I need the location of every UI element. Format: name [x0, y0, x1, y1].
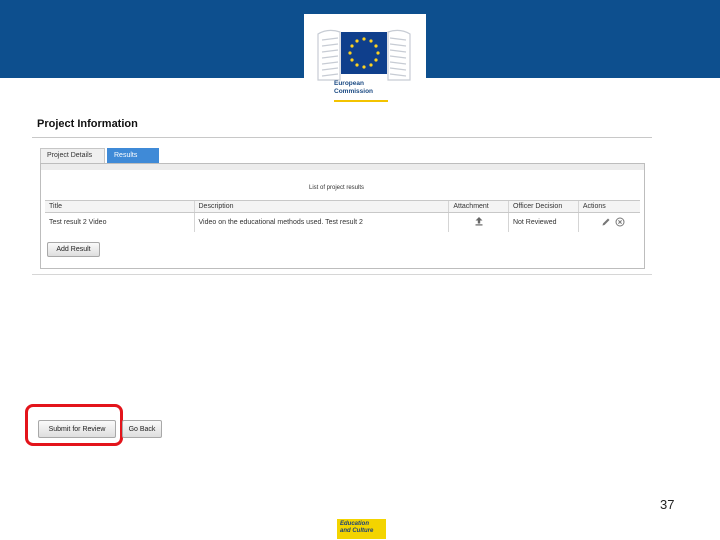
result-title-cell: Test result 2 Video: [49, 218, 107, 226]
tag-line-2: and Culture: [340, 528, 374, 534]
logo-text-line2: Commission: [334, 88, 374, 95]
results-table: Title Description Attachment Officer Dec…: [45, 200, 640, 232]
actions-cell: [577, 212, 640, 232]
eu-flag-icon: [317, 29, 411, 81]
logo-text: European Commission: [334, 80, 388, 102]
result-description-cell: Video on the educational methods used. T…: [193, 212, 449, 232]
column-header-description: Description: [193, 200, 449, 213]
submit-for-review-button[interactable]: Submit for Review: [38, 420, 116, 438]
column-header-title: Title: [45, 200, 194, 213]
ec-logo: European Commission: [304, 14, 426, 104]
add-result-button[interactable]: Add Result: [47, 242, 100, 257]
panel-top-band: [41, 164, 644, 170]
column-header-actions: Actions: [577, 200, 640, 213]
title-divider: [32, 137, 652, 138]
education-culture-tag: Education and Culture: [337, 519, 386, 539]
tab-results[interactable]: Results: [107, 148, 159, 163]
go-back-button[interactable]: Go Back: [122, 420, 162, 438]
circle-x-icon[interactable]: [615, 217, 625, 227]
logo-text-line1: European: [334, 80, 364, 87]
attachment-cell: [448, 212, 509, 232]
officer-decision-cell: Not Reviewed: [507, 212, 579, 232]
table-header-row: Title Description Attachment Officer Dec…: [45, 200, 640, 213]
upload-arrow-icon[interactable]: [474, 216, 484, 226]
results-panel: List of project results Title Descriptio…: [40, 163, 645, 269]
section-divider: [32, 274, 652, 275]
column-header-attachment: Attachment: [448, 200, 509, 213]
table-caption: List of project results: [309, 185, 365, 191]
page-title: Project Information: [37, 118, 138, 130]
table-row: Test result 2 Video Video on the educati…: [45, 212, 640, 232]
row-actions: [583, 217, 636, 227]
pencil-icon[interactable]: [601, 217, 611, 227]
tab-bar: Project Details Results: [40, 148, 161, 163]
slide-number: 37: [660, 497, 675, 512]
tag-line-1: Education: [340, 521, 370, 527]
column-header-officer-decision: Officer Decision: [507, 200, 579, 213]
tab-project-details[interactable]: Project Details: [40, 148, 105, 163]
